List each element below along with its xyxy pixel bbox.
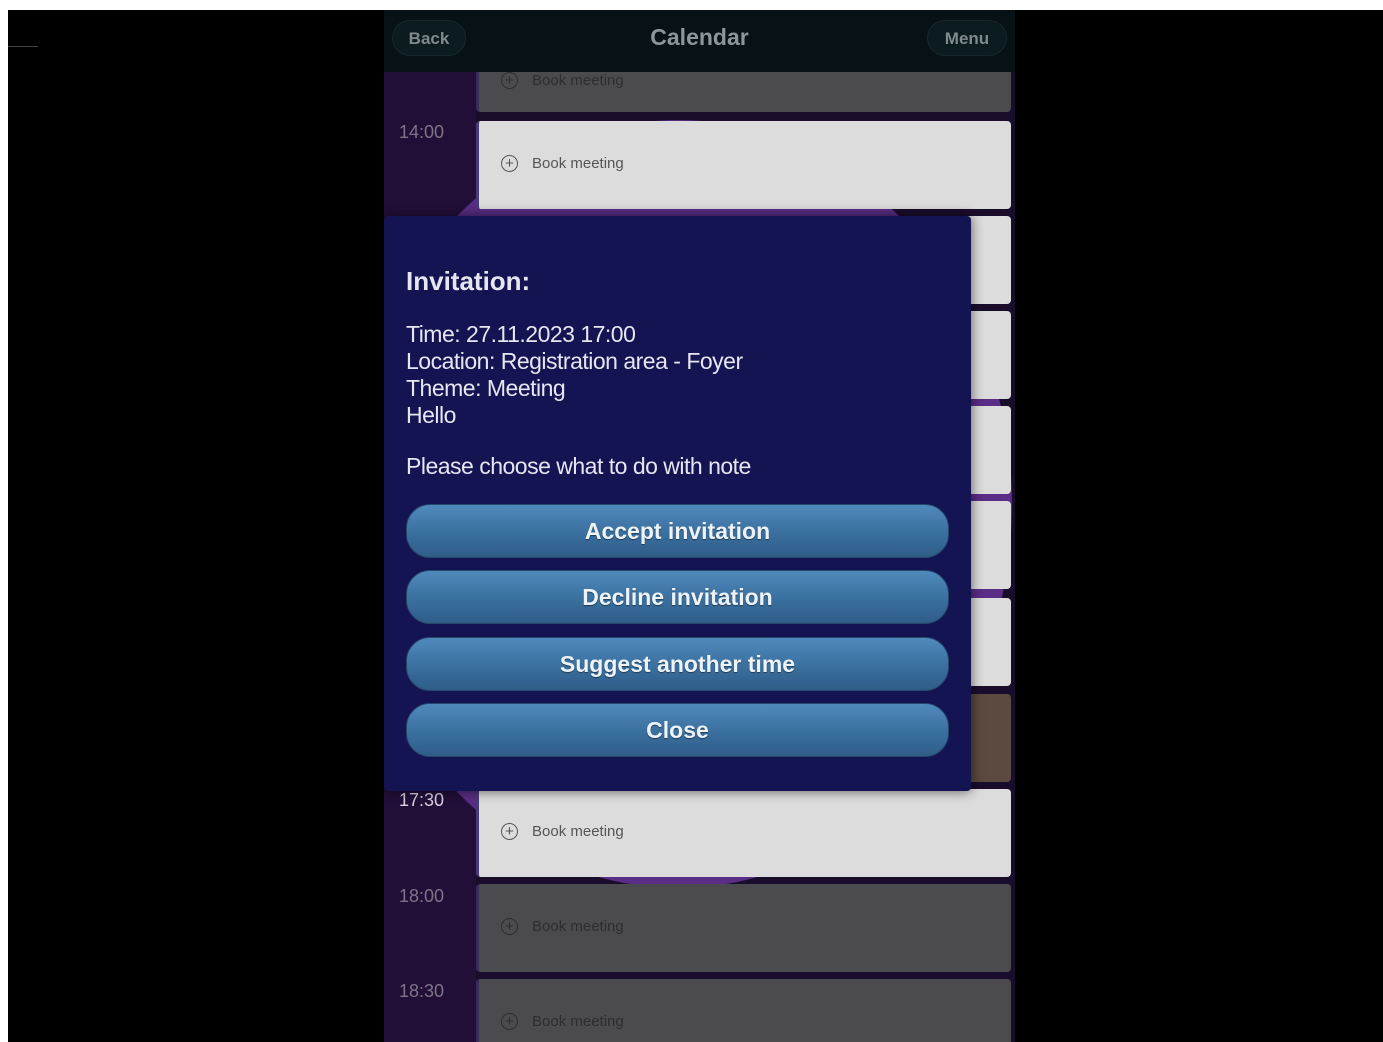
invitation-time: Time: 27.11.2023 17:00 [406, 321, 636, 347]
accept-invitation-button[interactable]: Accept invitation [406, 504, 949, 558]
book-meeting-label: Book meeting [532, 72, 624, 89]
invitation-theme: Theme: Meeting [406, 375, 566, 401]
page-title: Calendar [650, 24, 749, 50]
time-label: 17:30 [399, 790, 445, 810]
time-slot-card[interactable]: + Book meeting [476, 789, 1011, 877]
close-button[interactable]: Close [406, 703, 949, 757]
book-meeting-label: Book meeting [532, 918, 624, 935]
invitation-location: Location: Registration area - Foyer [406, 348, 743, 374]
plus-circle-icon: + [501, 1013, 518, 1030]
invitation-dialog: Invitation: Time: 27.11.2023 17:00 Locat… [384, 216, 971, 791]
time-label: 18:00 [399, 886, 445, 906]
time-label: 18:30 [399, 981, 445, 1001]
menu-button[interactable]: Menu [927, 20, 1007, 56]
book-meeting-link[interactable]: + Book meeting [501, 155, 624, 172]
edge-divider [8, 46, 38, 47]
app-header: Back Calendar Menu [384, 10, 1015, 72]
screen: Back Calendar Menu + Book meeting 14:00 … [0, 0, 1383, 1042]
decline-invitation-button[interactable]: Decline invitation [406, 570, 949, 624]
plus-circle-icon: + [501, 72, 518, 89]
book-meeting-link[interactable]: + Book meeting [501, 918, 624, 935]
dialog-prompt: Please choose what to do with note [406, 453, 751, 479]
invitation-details: Time: 27.11.2023 17:00 Location: Registr… [406, 321, 743, 429]
plus-circle-icon: + [501, 823, 518, 840]
plus-circle-icon: + [501, 918, 518, 935]
plus-circle-icon: + [501, 155, 518, 172]
book-meeting-label: Book meeting [532, 823, 624, 840]
invitation-message: Hello [406, 402, 456, 428]
book-meeting-label: Book meeting [532, 1013, 624, 1030]
book-meeting-link[interactable]: + Book meeting [501, 1013, 624, 1030]
screen-top-edge [0, 0, 1383, 10]
dialog-title: Invitation: [406, 266, 531, 296]
time-label: 14:00 [399, 122, 445, 142]
time-slot-card[interactable]: + Book meeting [476, 979, 1011, 1042]
book-meeting-label: Book meeting [532, 155, 624, 172]
time-slot-card[interactable]: + Book meeting [476, 884, 1011, 972]
book-meeting-link[interactable]: + Book meeting [501, 823, 624, 840]
suggest-another-time-button[interactable]: Suggest another time [406, 637, 949, 691]
time-slot-card[interactable]: + Book meeting [476, 121, 1011, 209]
book-meeting-link[interactable]: + Book meeting [501, 72, 624, 89]
screen-left-edge [0, 0, 8, 1042]
